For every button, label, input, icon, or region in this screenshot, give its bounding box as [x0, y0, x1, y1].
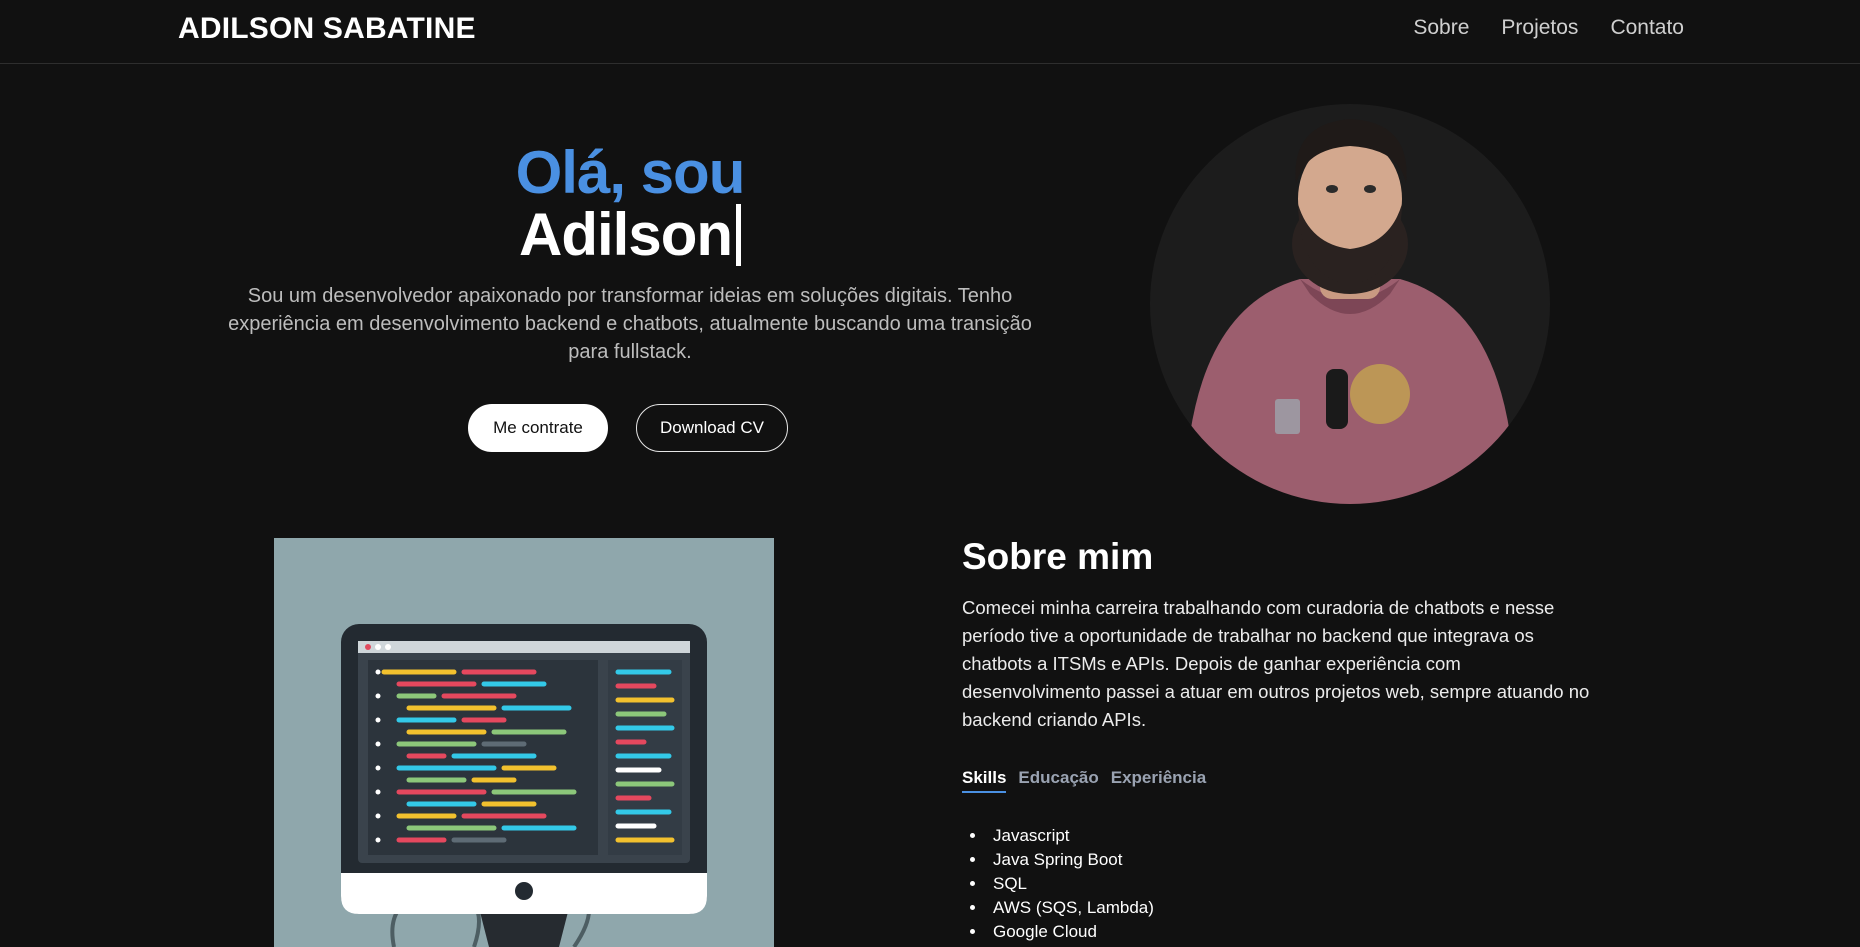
- nav-link-sobre[interactable]: Sobre: [1413, 16, 1469, 40]
- about-text: Comecei minha carreira trabalhando com c…: [962, 597, 1590, 730]
- profile-photo: [1150, 104, 1550, 504]
- skill-item: Javascript: [970, 824, 1154, 848]
- hire-me-button[interactable]: Me contrate: [468, 404, 608, 452]
- nav-link-contato[interactable]: Contato: [1610, 16, 1684, 40]
- about-illustration: [274, 538, 774, 947]
- hero-name: Adilson: [519, 201, 733, 268]
- nav-link-projetos[interactable]: Projetos: [1501, 16, 1578, 40]
- about-title: Sobre mim: [962, 536, 1154, 577]
- skill-item: Google Cloud: [970, 920, 1154, 944]
- about-tabs: Skills Educação Experiência: [962, 768, 1206, 793]
- site-logo[interactable]: ADILSON SABATINE: [178, 12, 476, 46]
- download-cv-button[interactable]: Download CV: [636, 404, 788, 452]
- hero-title: Olá, sou Adilson: [420, 142, 840, 266]
- navbar: ADILSON SABATINE Sobre Projetos Contato: [0, 0, 1860, 64]
- skill-item: AWS (SQS, Lambda): [970, 896, 1154, 920]
- profile-illustration: [1190, 119, 1510, 504]
- skills-list: Javascript Java Spring Boot SQL AWS (SQS…: [970, 824, 1154, 944]
- tab-educacao[interactable]: Educação: [1018, 768, 1098, 793]
- computer-illustration: [341, 624, 707, 947]
- hero-description: Sou um desenvolvedor apaixonado por tran…: [228, 285, 1032, 363]
- tab-skills[interactable]: Skills: [962, 768, 1007, 793]
- typing-caret: [736, 204, 741, 266]
- tab-experiencia[interactable]: Experiência: [1111, 768, 1206, 793]
- skill-item: SQL: [970, 872, 1154, 896]
- hero-greeting: Olá, sou: [515, 139, 746, 206]
- skill-item: Java Spring Boot: [970, 848, 1154, 872]
- nav-links: Sobre Projetos Contato: [1413, 16, 1684, 40]
